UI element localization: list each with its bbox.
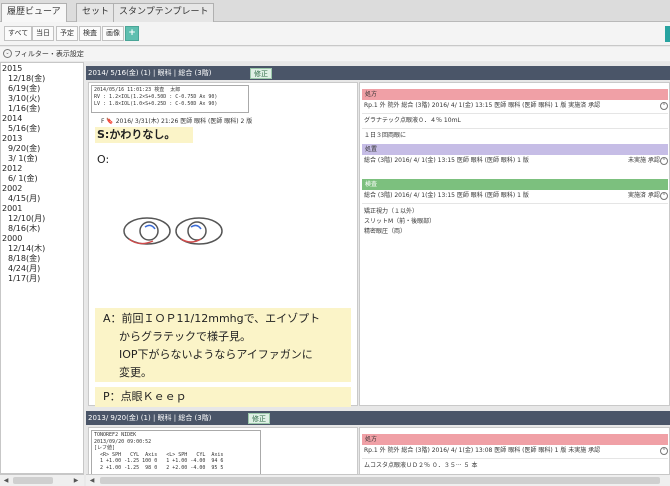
main-scrollbar[interactable]: ◀	[86, 474, 670, 486]
tree-date[interactable]: 3/ 1(金)	[8, 154, 38, 164]
left-eye-annotation	[190, 224, 202, 230]
tree-date[interactable]: 5/16(金)	[8, 124, 40, 134]
assessment-line: A：前回ＩＯＰ11/12mmhgで、エイゾプト	[103, 312, 321, 325]
objective-label: O:	[97, 153, 110, 166]
add-button[interactable]: +	[125, 26, 139, 41]
scroll-left-arrow-icon[interactable]: ◀	[1, 477, 11, 485]
prescription-order-row[interactable]: Rp.1 外 院外 総合 (3階) 2016/ 4/ 1(金) 13:08 医師…	[364, 446, 668, 456]
left-iris	[187, 221, 207, 241]
usage-line: １日３回両眼に	[364, 132, 407, 139]
filter-image-button[interactable]: 画像	[102, 26, 124, 41]
filter-scheduled-button[interactable]: 予定	[56, 26, 78, 41]
tree-date[interactable]: 12/18(金)	[8, 74, 45, 84]
subjective-note: S:かわりなし。	[95, 127, 193, 143]
refraction-record: 2014/05/16 11:01:23 検査 太郎 RV : 1.2×IOL(1…	[91, 85, 249, 113]
tree-year[interactable]: 2013	[2, 134, 22, 144]
tree-scroll-thumb[interactable]	[13, 477, 53, 484]
tree-date[interactable]: 9/20(金)	[8, 144, 40, 154]
main-scroll-thumb[interactable]	[100, 477, 660, 484]
encounter-list: 2014/ 5/16(金) (1) | 眼科 | 総合 (3階) 修正 2014…	[86, 62, 670, 486]
entry-info[interactable]: F 🔖 2016/ 3/31(木) 21:26 医師 眼科 (医師 眼科) 2 …	[101, 116, 252, 125]
procedure-status: 未実施 承認	[628, 157, 660, 164]
exam-item: 矯正視力（１以外）	[364, 208, 419, 215]
fix-button[interactable]: 修正	[250, 68, 272, 79]
prescription-header: 処方	[362, 434, 668, 445]
tree-date[interactable]: 8/16(木)	[8, 224, 40, 234]
prescription-order-text: Rp.1 外 院外 総合 (3階) 2016/ 4/ 1(金) 13:08 医師…	[364, 447, 601, 454]
assessment-note: A：前回ＩＯＰ11/12mmhgで、エイゾプト からグラテックで様子見。 IOP…	[95, 308, 351, 382]
assessment-line: からグラテックで様子見。	[119, 330, 251, 343]
filter-exam-button[interactable]: 検査	[79, 26, 101, 41]
tree-year[interactable]: 2015	[2, 64, 22, 74]
tree-date[interactable]: 6/ 1(金)	[8, 174, 38, 184]
tree-year[interactable]: 2002	[2, 184, 22, 194]
filter-settings-label[interactable]: フィルター・表示設定	[14, 47, 84, 61]
eye-sketch-image	[123, 217, 223, 245]
encounter-header[interactable]: 2013/ 9/20(金) (1) | 眼科 | 総合 (3階) 修正	[86, 411, 670, 425]
exam-order-text: 総合 (3階) 2016/ 4/ 1(金) 13:15 医師 眼科 (医師 眼科…	[364, 192, 529, 199]
tree-date[interactable]: 12/10(月)	[8, 214, 45, 224]
tree-date[interactable]: 12/14(木)	[8, 244, 45, 254]
tab-history-viewer[interactable]: 履歴ビューア	[1, 3, 67, 23]
orders-panel: 処方 Rp.1 外 院外 総合 (3階) 2016/ 4/ 1(金) 13:15…	[359, 82, 670, 406]
tree-year[interactable]: 2012	[2, 164, 22, 174]
tree-date[interactable]: 1/17(月)	[8, 274, 40, 284]
tree-scrollbar[interactable]: ◀ ▶	[0, 474, 84, 486]
filter-toolbar: すべて 当日 予定 検査 画像 +	[0, 22, 670, 46]
exam-item: 精密眼圧（両）	[364, 228, 407, 235]
tree-date[interactable]: 6/19(金)	[8, 84, 40, 94]
drug-line: グラナテック点眼液０．４％ 10ｍL	[364, 117, 461, 124]
tree-date[interactable]: 8/18(金)	[8, 254, 40, 264]
tree-date[interactable]: 4/15(月)	[8, 194, 40, 204]
prescription-order-row[interactable]: Rp.1 外 院外 総合 (3階) 2016/ 4/ 1(金) 13:15 医師…	[364, 101, 668, 111]
exam-order-row[interactable]: 総合 (3階) 2016/ 4/ 1(金) 13:15 医師 眼科 (医師 眼科…	[364, 191, 668, 201]
scroll-left-arrow-icon[interactable]: ◀	[87, 477, 97, 485]
history-viewer-window: 履歴ビューア セット スタンプテンプレート すべて 当日 予定 検査 画像 + …	[0, 0, 670, 486]
procedure-order-text: 総合 (3階) 2016/ 4/ 1(金) 13:15 医師 眼科 (医師 眼科…	[364, 157, 529, 164]
drug-line: ムコスタ点眼液ＵＤ２％ ０．３５··· ５ 本	[364, 462, 478, 469]
plan-note: P：点眼Ｋｅｅｐ	[95, 387, 351, 407]
procedure-order-row[interactable]: 総合 (3階) 2016/ 4/ 1(金) 13:15 医師 眼科 (医師 眼科…	[364, 156, 668, 166]
procedure-header: 処置	[362, 144, 668, 155]
collapse-icon[interactable]: ⌃	[660, 447, 668, 455]
filter-all-button[interactable]: すべて	[4, 26, 33, 41]
encounter-header[interactable]: 2014/ 5/16(金) (1) | 眼科 | 総合 (3階) 修正	[86, 66, 670, 80]
side-panel-tab[interactable]	[665, 26, 670, 42]
chevron-down-icon[interactable]: ⌄	[3, 49, 12, 58]
collapse-icon[interactable]: ⌃	[660, 157, 668, 165]
exam-status: 実施済 承認	[628, 192, 660, 199]
exam-header: 検査	[362, 179, 668, 190]
divider	[362, 128, 668, 129]
filter-today-button[interactable]: 当日	[32, 26, 54, 41]
scroll-right-arrow-icon[interactable]: ▶	[71, 477, 81, 485]
assessment-line: 変更。	[119, 366, 152, 379]
encounter-header-text: 2014/ 5/16(金) (1) | 眼科 | 総合 (3階)	[88, 69, 212, 77]
date-tree: 2015 12/18(金) 6/19(金) 3/10(火) 1/16(金) 20…	[0, 62, 84, 474]
exam-item: スリットM（前・後眼部）	[364, 218, 436, 225]
tab-set[interactable]: セット	[76, 3, 116, 22]
assessment-line: IOP下がらないようならアイファガンに	[119, 348, 313, 361]
tree-date[interactable]: 3/10(火)	[8, 94, 40, 104]
divider	[362, 113, 668, 114]
tab-strip: 履歴ビューア セット スタンプテンプレート	[0, 0, 670, 23]
tree-year[interactable]: 2001	[2, 204, 22, 214]
divider	[362, 458, 668, 459]
tree-year[interactable]: 2000	[2, 234, 22, 244]
collapse-icon[interactable]: ⌃	[660, 102, 668, 110]
karte-panel: 2014/05/16 11:01:23 検査 太郎 RV : 1.2×IOL(1…	[88, 82, 358, 407]
prescription-header: 処方	[362, 89, 668, 100]
tree-date[interactable]: 4/24(月)	[8, 264, 40, 274]
encounter-header-text: 2013/ 9/20(金) (1) | 眼科 | 総合 (3階)	[88, 414, 212, 422]
tree-year[interactable]: 2014	[2, 114, 22, 124]
fix-button[interactable]: 修正	[248, 413, 270, 424]
prescription-order-text: Rp.1 外 院外 総合 (3階) 2016/ 4/ 1(金) 13:15 医師…	[364, 102, 601, 109]
tree-date[interactable]: 1/16(金)	[8, 104, 40, 114]
right-eye-annotation	[144, 224, 156, 230]
collapse-icon[interactable]: ⌃	[660, 192, 668, 200]
filter-settings-row[interactable]: ⌄ フィルター・表示設定	[0, 47, 670, 61]
tab-stamp-template[interactable]: スタンプテンプレート	[113, 3, 215, 22]
divider	[362, 203, 668, 204]
